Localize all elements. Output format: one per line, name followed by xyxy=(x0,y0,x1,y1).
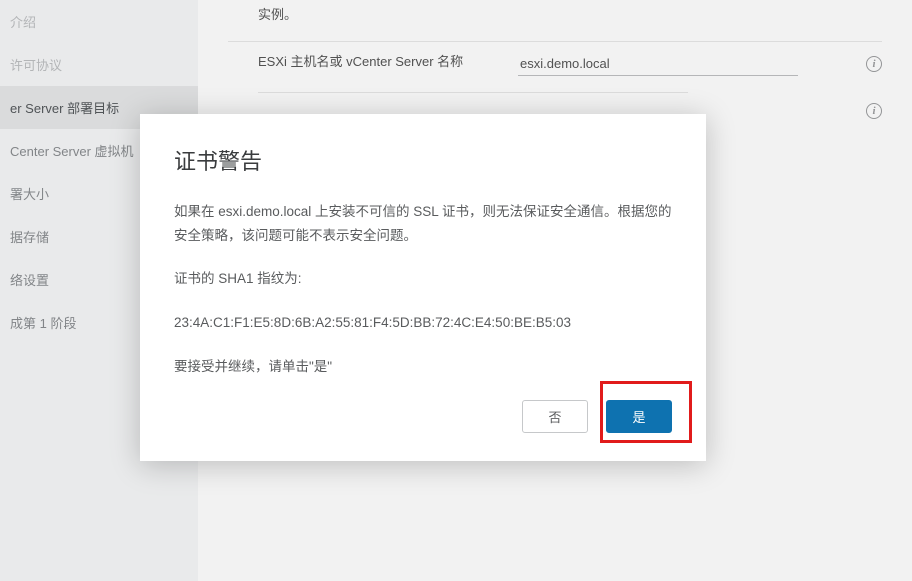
modal-accept-hint: 要接受并继续，请单击"是" xyxy=(174,355,672,379)
modal-buttons: 否 是 xyxy=(174,400,672,433)
modal-sha-label: 证书的 SHA1 指纹为: xyxy=(174,267,672,291)
modal-sha-value: 23:4A:C1:F1:E5:8D:6B:A2:55:81:F4:5D:BB:7… xyxy=(174,311,672,335)
modal-title: 证书警告 xyxy=(174,144,672,176)
instruction-highlight xyxy=(600,381,692,443)
no-button[interactable]: 否 xyxy=(522,400,588,433)
modal-body: 如果在 esxi.demo.local 上安装不可信的 SSL 证书，则无法保证… xyxy=(174,200,672,247)
